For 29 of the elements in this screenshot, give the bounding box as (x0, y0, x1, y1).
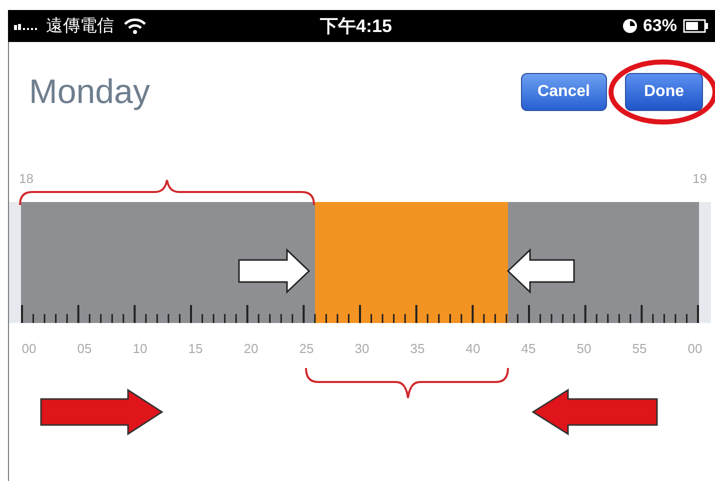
cancel-button[interactable]: Cancel (520, 73, 607, 111)
minute-label: 30 (354, 340, 370, 358)
hour-label: 18 (19, 170, 34, 188)
minute-label: 50 (576, 340, 592, 358)
minute-label: 55 (631, 340, 648, 358)
hour-label: 19 (692, 170, 707, 188)
carrier-name: 遠傳電信 (46, 15, 114, 38)
minute-label: 05 (76, 340, 93, 358)
status-time: 下午4:15 (320, 14, 392, 38)
arrow-left-icon (506, 248, 575, 294)
minute-label: 45 (520, 340, 537, 358)
minute-label: 00 (20, 340, 38, 358)
battery-icon (683, 19, 709, 33)
minute-label: 15 (187, 340, 204, 358)
minute-label: 40 (464, 340, 482, 358)
battery-percent: 63% (642, 15, 677, 38)
wifi-icon (124, 18, 146, 34)
arrow-right-icon (40, 388, 164, 436)
minute-label: 25 (298, 340, 315, 358)
minute-label: 20 (242, 340, 260, 358)
clock-icon (622, 19, 637, 33)
minute-label: 35 (409, 340, 426, 358)
minute-label: 10 (132, 340, 148, 358)
selected-range[interactable] (315, 202, 508, 323)
arrow-left-icon (532, 388, 658, 436)
minute-label: 00 (686, 340, 704, 358)
arrow-right-icon (238, 248, 310, 294)
done-button[interactable]: Done (625, 73, 703, 111)
day-title: Monday (29, 72, 150, 112)
